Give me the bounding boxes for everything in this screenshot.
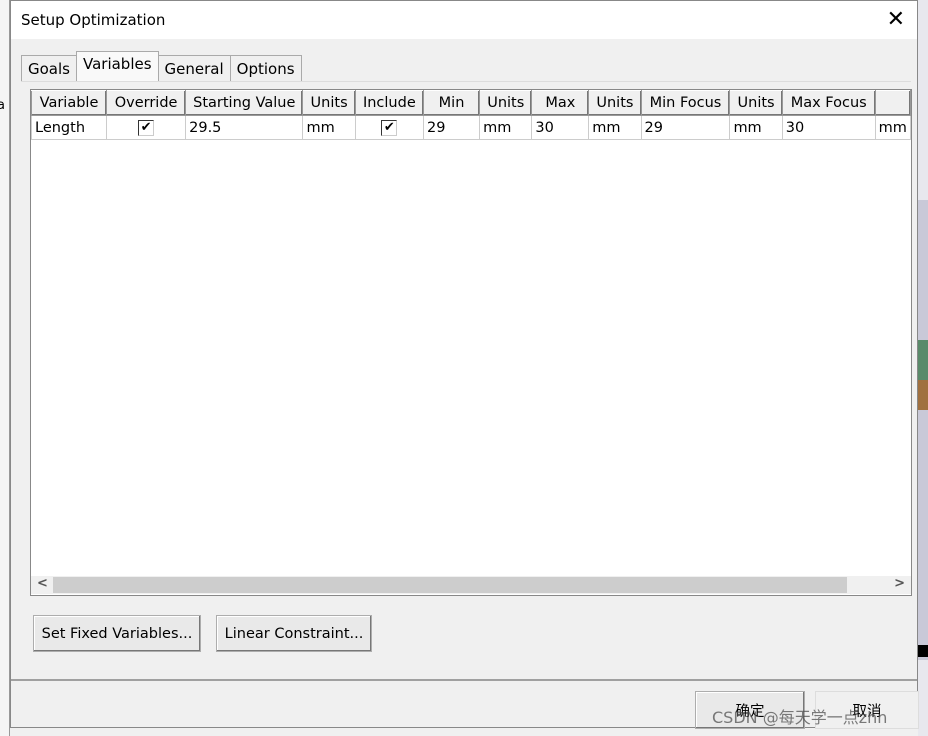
units-cell[interactable]: mm xyxy=(729,115,783,140)
min-cell[interactable]: 29 xyxy=(422,115,481,140)
column-header[interactable]: Units xyxy=(588,90,642,116)
ok-button[interactable]: 确定 xyxy=(695,691,805,729)
column-header[interactable]: Variable xyxy=(31,90,108,116)
setup-optimization-dialog: Setup Optimization ✕ Goals Variables Gen… xyxy=(10,0,919,729)
units-cell[interactable]: mm xyxy=(874,115,911,140)
linear-constraint-button[interactable]: Linear Constraint... xyxy=(216,615,372,652)
background-text: a xyxy=(0,98,5,113)
column-header[interactable]: Units xyxy=(479,90,533,116)
override-cell: ✔ xyxy=(106,115,187,140)
column-header[interactable]: Min Focus xyxy=(640,90,731,116)
units-cell[interactable]: mm xyxy=(302,115,356,140)
column-header[interactable]: Max Focus xyxy=(781,90,876,116)
starting-value-cell[interactable]: 29.5 xyxy=(185,115,304,140)
column-header[interactable]: Override xyxy=(106,90,187,116)
close-icon[interactable]: ✕ xyxy=(887,7,905,32)
column-header[interactable] xyxy=(874,90,911,116)
header-row: Variable Override Starting Value Units I… xyxy=(31,90,911,116)
units-cell[interactable]: mm xyxy=(588,115,642,140)
include-cell: ✔ xyxy=(354,115,424,140)
cancel-button[interactable]: 取消 xyxy=(815,691,919,729)
horizontal-scrollbar[interactable]: < > xyxy=(31,576,911,594)
include-checkbox[interactable]: ✔ xyxy=(381,120,398,136)
min-focus-cell[interactable]: 29 xyxy=(640,115,731,140)
scroll-left-icon[interactable]: < xyxy=(37,576,48,591)
dialog-title: Setup Optimization xyxy=(21,11,166,29)
column-header[interactable]: Max xyxy=(531,90,590,116)
max-focus-cell[interactable]: 30 xyxy=(781,115,876,140)
units-cell[interactable]: mm xyxy=(479,115,533,140)
tab-options[interactable]: Options xyxy=(229,55,302,81)
column-header[interactable]: Include xyxy=(354,90,424,116)
column-header[interactable]: Units xyxy=(302,90,356,116)
scrollbar-thumb[interactable] xyxy=(53,577,847,593)
override-checkbox[interactable]: ✔ xyxy=(138,120,155,136)
tab-goals[interactable]: Goals xyxy=(21,55,77,81)
column-header[interactable]: Min xyxy=(422,90,481,116)
column-header[interactable]: Units xyxy=(729,90,783,116)
divider xyxy=(11,679,917,681)
title-bar: Setup Optimization ✕ xyxy=(11,1,917,39)
background-window-left: a xyxy=(0,0,10,736)
tab-general[interactable]: General xyxy=(157,55,231,81)
variables-grid: Variable Override Starting Value Units I… xyxy=(30,89,912,596)
set-fixed-variables-button[interactable]: Set Fixed Variables... xyxy=(33,615,201,652)
table-row: Length ✔ 29.5 mm ✔ 29 mm 30 mm 29 mm 30 … xyxy=(31,115,911,140)
background-window-right xyxy=(918,0,928,736)
tab-variables[interactable]: Variables xyxy=(75,51,159,81)
variable-cell[interactable]: Length xyxy=(31,115,108,140)
max-cell[interactable]: 30 xyxy=(531,115,590,140)
scroll-right-icon[interactable]: > xyxy=(894,576,905,591)
column-header[interactable]: Starting Value xyxy=(185,90,304,116)
tab-bar: Goals Variables General Options xyxy=(21,51,302,81)
